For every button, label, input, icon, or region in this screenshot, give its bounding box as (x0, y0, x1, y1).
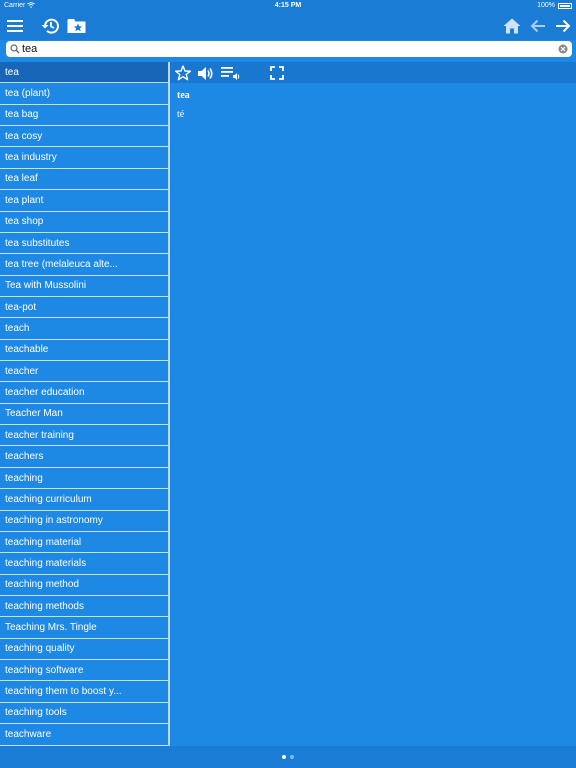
list-item[interactable]: tea (plant) (0, 83, 168, 105)
list-item[interactable]: tea bag (0, 105, 168, 127)
list-item[interactable]: Teaching Mrs. Tingle (0, 617, 168, 639)
list-item[interactable]: tea (0, 62, 168, 84)
arrow-right-icon (556, 19, 571, 33)
favorite-button[interactable] (173, 64, 193, 82)
speaker-icon (197, 66, 212, 80)
status-bar: Carrier 4:15 PM 100% (0, 0, 576, 12)
battery-indicator: 100% (537, 2, 572, 9)
page-dot-active[interactable] (282, 755, 286, 759)
page-footer (0, 746, 576, 768)
list-item[interactable]: Teacher Man (0, 404, 168, 426)
list-item[interactable]: teaching quality (0, 639, 168, 661)
list-item[interactable]: tea industry (0, 147, 168, 169)
list-item[interactable]: tea cosy (0, 126, 168, 148)
clock: 4:15 PM (274, 2, 302, 9)
list-item[interactable]: teaching materials (0, 553, 168, 575)
star-icon (175, 65, 191, 81)
entry-content: tea té (177, 90, 190, 120)
panel-divider (168, 62, 170, 746)
list-item[interactable]: teaching them to boost y... (0, 681, 168, 703)
fullscreen-button[interactable] (267, 64, 287, 82)
back-button[interactable] (526, 15, 550, 37)
search-icon (10, 44, 20, 54)
entry-headword: tea (177, 90, 190, 101)
history-button[interactable] (38, 15, 62, 37)
word-list: tea tea (plant) tea bag tea cosy tea industr… (0, 62, 168, 746)
search-input[interactable] (22, 42, 552, 56)
list-item[interactable]: teachware (0, 724, 168, 746)
list-item[interactable]: teachers (0, 446, 168, 468)
list-item[interactable]: tea plant (0, 190, 168, 212)
menu-button[interactable] (3, 15, 27, 37)
list-item[interactable]: teacher education (0, 382, 168, 404)
pronounce-button[interactable] (195, 64, 215, 82)
list-item[interactable]: teaching tools (0, 703, 168, 725)
arrow-left-icon (530, 19, 545, 33)
playlist-audio-icon (220, 66, 239, 80)
list-item[interactable]: tea substitutes (0, 233, 168, 255)
home-icon (503, 18, 521, 34)
list-item[interactable]: tea shop (0, 212, 168, 233)
home-button[interactable] (500, 15, 524, 37)
navigation-bar (0, 12, 576, 40)
history-icon (41, 18, 59, 34)
list-item[interactable]: teach (0, 318, 168, 340)
list-item[interactable]: tea leaf (0, 169, 168, 191)
playlist-audio-button[interactable] (220, 64, 240, 82)
list-item[interactable]: tea tree (melaleuca alte... (0, 254, 168, 276)
menu-icon (7, 20, 23, 32)
entry-toolbar (170, 62, 576, 83)
bookmarks-button[interactable] (64, 15, 88, 37)
list-item[interactable]: teaching methods (0, 596, 168, 618)
list-item[interactable]: teaching method (0, 575, 168, 596)
entry-translation: té (177, 109, 185, 120)
list-item[interactable]: teaching software (0, 660, 168, 682)
list-item[interactable]: teaching material (0, 532, 168, 554)
page-dot[interactable] (290, 755, 294, 759)
forward-button[interactable] (551, 15, 575, 37)
list-item[interactable]: tea-pot (0, 297, 168, 319)
list-item[interactable]: Tea with Mussolini (0, 276, 168, 297)
list-item[interactable]: teaching curriculum (0, 489, 168, 511)
list-item[interactable]: teaching (0, 468, 168, 490)
search-bar (6, 41, 572, 57)
clear-search-icon[interactable] (558, 44, 568, 54)
list-item[interactable]: teacher training (0, 425, 168, 447)
list-item[interactable]: teachable (0, 340, 168, 362)
list-item[interactable]: teaching in astronomy (0, 511, 168, 532)
battery-icon (558, 2, 572, 9)
list-item[interactable]: teacher (0, 361, 168, 383)
fullscreen-icon (270, 66, 284, 80)
battery-percent: 100% (537, 2, 555, 9)
bookmarks-folder-icon (67, 19, 85, 33)
